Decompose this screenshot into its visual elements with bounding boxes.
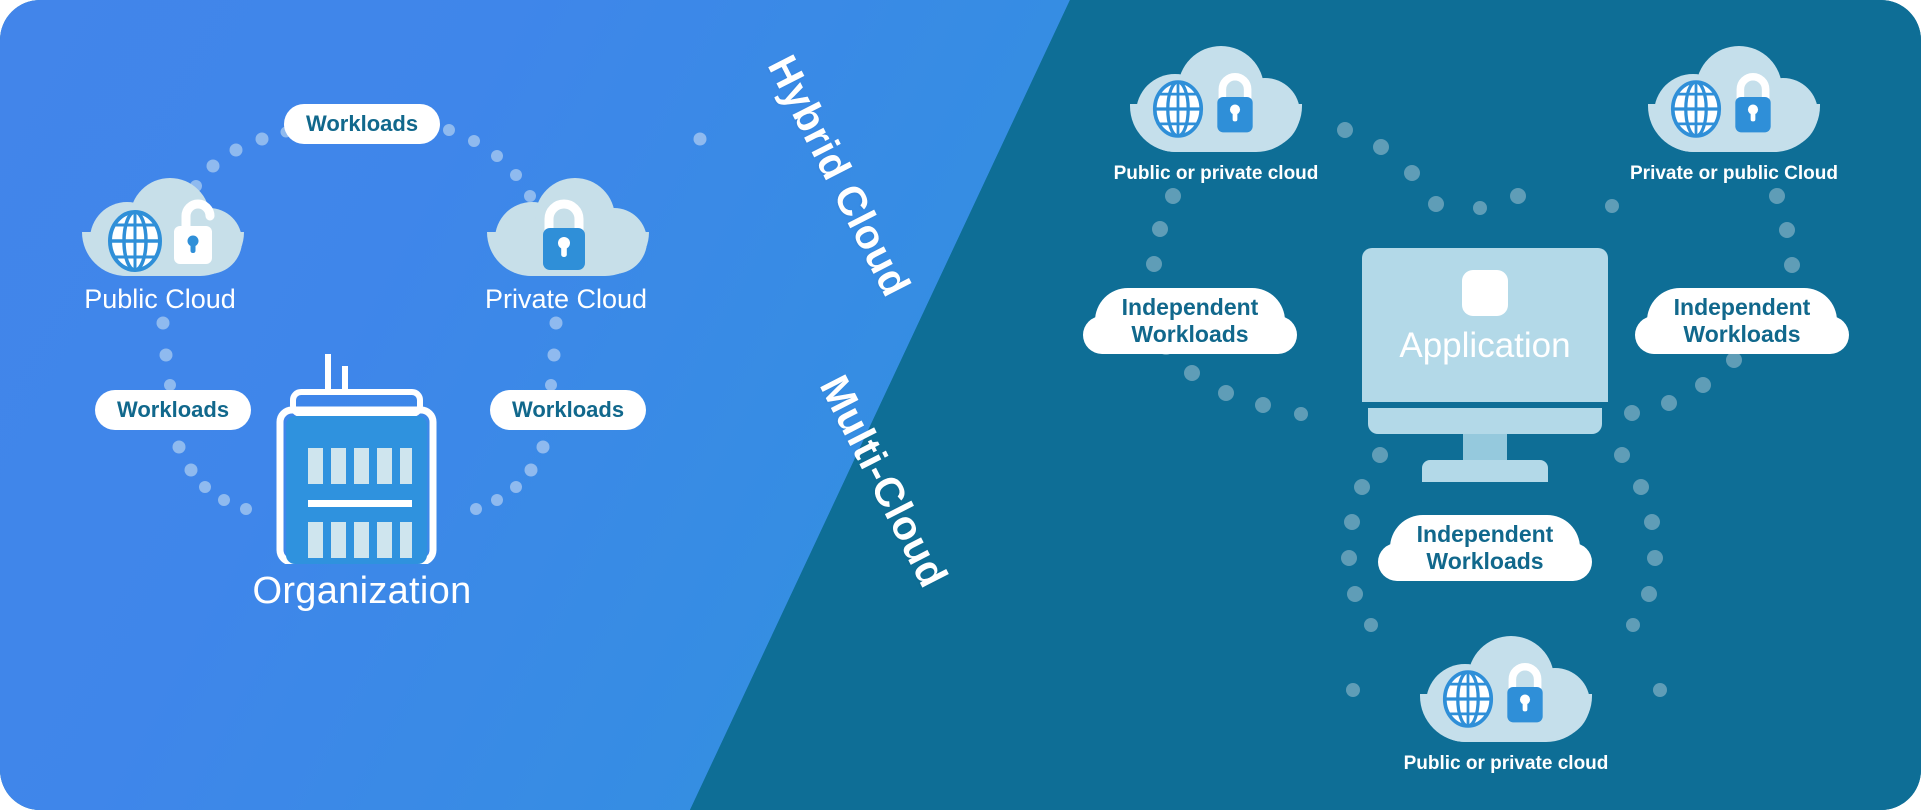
pill-independent-left: Independent Workloads <box>1095 288 1285 354</box>
globe-icon <box>1670 80 1722 138</box>
cloud-top-left-label: Public or private cloud <box>1113 163 1319 184</box>
public-cloud-node <box>72 170 252 290</box>
unlocked-padlock-icon <box>170 196 224 273</box>
pill-line-2: Workloads <box>1426 548 1544 574</box>
pill-independent-bottom: Independent Workloads <box>1390 515 1580 581</box>
office-building-icon <box>262 352 462 566</box>
pill-line-1: Independent <box>1416 520 1554 547</box>
public-cloud-label: Public Cloud <box>84 284 236 314</box>
globe-icon <box>107 210 163 272</box>
monitor-bezel <box>1368 408 1602 434</box>
cloud-bottom-label: Public or private cloud <box>1403 753 1609 774</box>
cloud-top-right-node <box>1640 38 1828 160</box>
monitor-icon: Application <box>1362 248 1608 482</box>
pill-line-2: Workloads <box>1131 321 1249 347</box>
pill-label: Workloads <box>117 397 230 423</box>
locked-padlock-icon <box>1210 70 1260 139</box>
cloud-top-right-label: Private or public Cloud <box>1630 163 1838 184</box>
app-glyph <box>1462 270 1508 316</box>
pill-workloads-left: Workloads <box>95 390 252 430</box>
pill-label: Workloads <box>512 397 625 423</box>
globe-icon <box>1442 670 1494 728</box>
organization-label: Organization <box>252 570 472 612</box>
pill-workloads-top: Workloads <box>284 104 441 144</box>
private-cloud-label: Private Cloud <box>484 284 648 314</box>
private-cloud-node <box>477 170 657 290</box>
globe-icon <box>1152 80 1204 138</box>
monitor-foot <box>1422 460 1548 482</box>
locked-padlock-icon <box>1500 660 1550 729</box>
pill-line-2: Workloads <box>1683 321 1801 347</box>
cloud-bottom-node <box>1412 628 1600 750</box>
locked-padlock-icon <box>1728 70 1778 139</box>
application-label: Application <box>1399 326 1571 365</box>
pill-line-1: Independent <box>1121 293 1259 320</box>
locked-padlock-icon <box>535 196 593 277</box>
pill-workloads-right: Workloads <box>490 390 647 430</box>
infographic-canvas: Public Cloud Private Cloud Workloads Wor… <box>0 0 1921 810</box>
pill-label: Workloads <box>306 111 419 137</box>
pill-independent-right: Independent Workloads <box>1647 288 1837 354</box>
cloud-top-left-node <box>1122 38 1310 160</box>
pill-line-1: Independent <box>1673 293 1811 320</box>
